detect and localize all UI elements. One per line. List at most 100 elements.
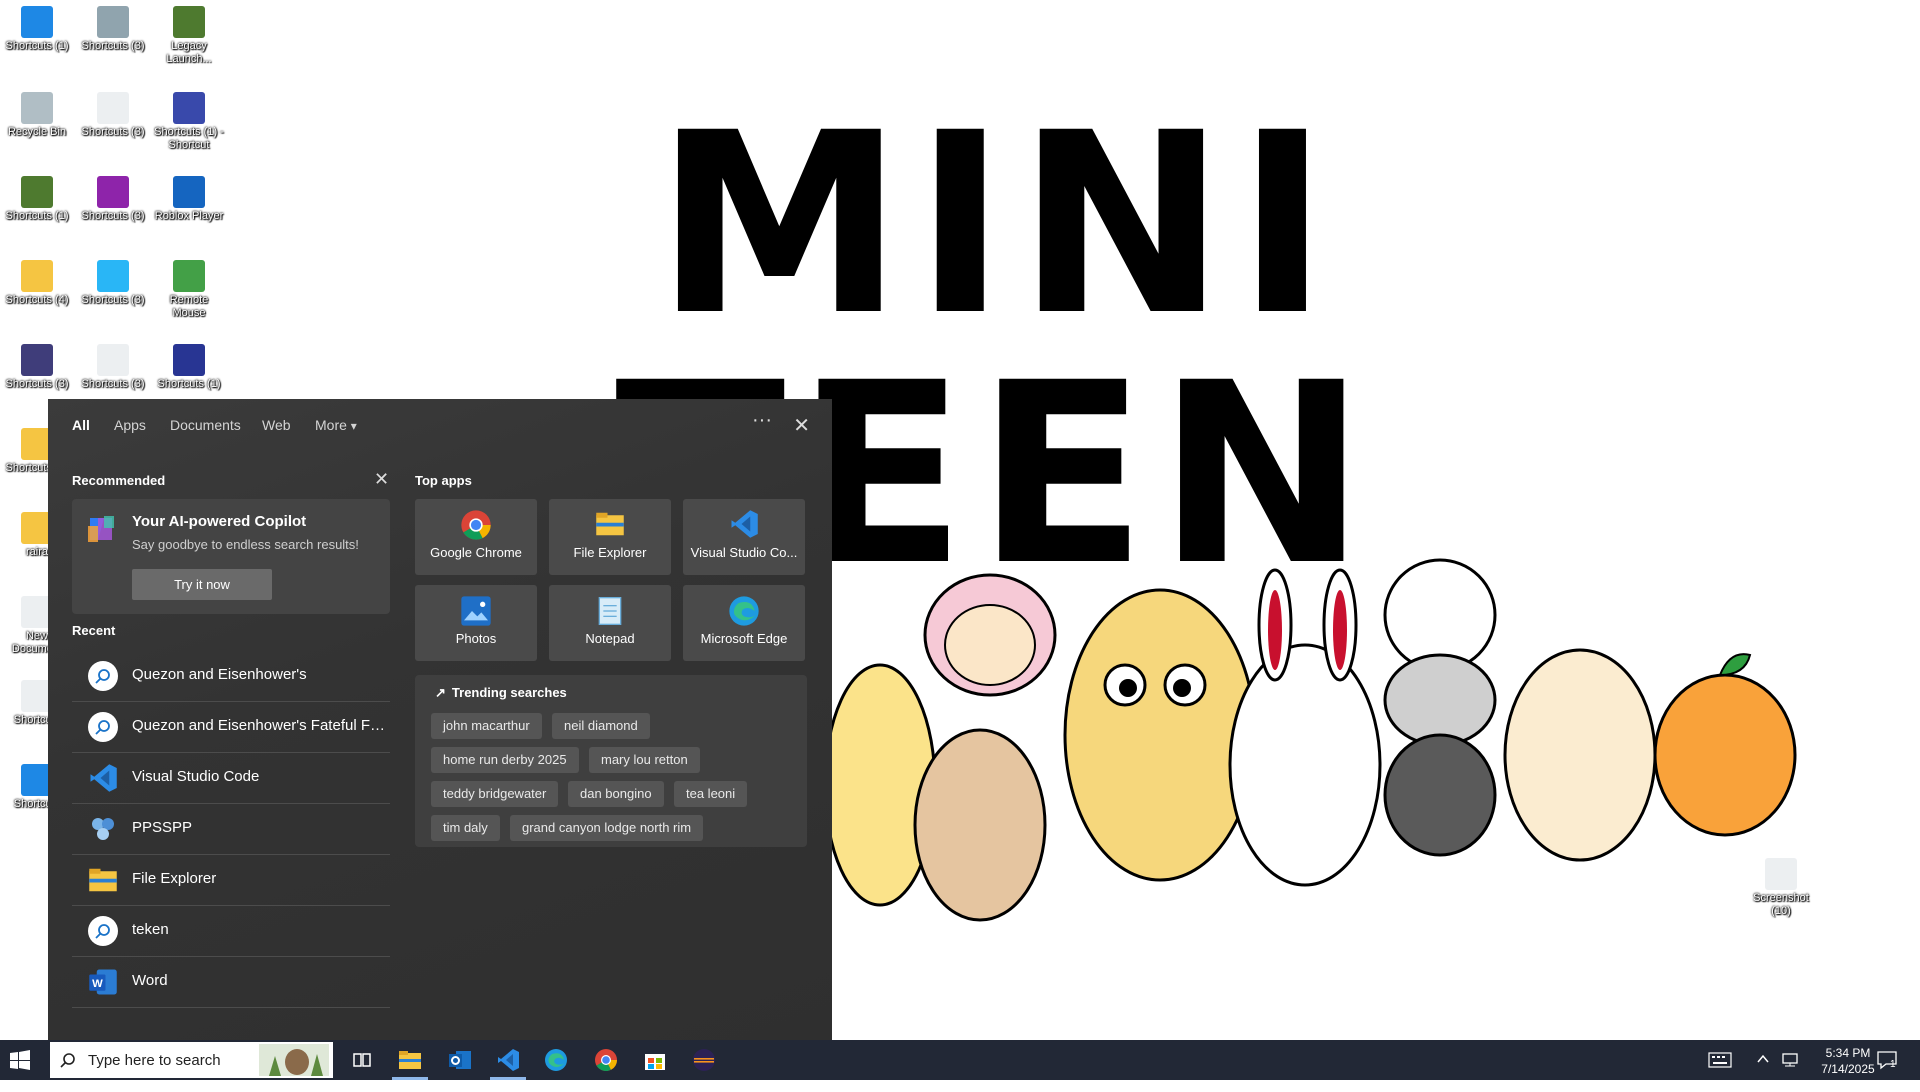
- recent-item-label: File Explorer: [132, 870, 217, 887]
- try-it-now-button[interactable]: Try it now: [132, 569, 272, 600]
- search-tabs: All Apps Documents Web More ▾ ··· ✕: [48, 399, 832, 451]
- desktop-icon-label: Shortcuts (1) - Shortcut: [154, 126, 224, 151]
- search-placeholder: Type here to search: [88, 1052, 221, 1069]
- top-app-tile[interactable]: Visual Studio Co...: [683, 499, 805, 575]
- outlook-icon[interactable]: [448, 1048, 472, 1072]
- desktop-icon[interactable]: Shortcuts (4): [0, 260, 74, 307]
- recent-item[interactable]: File Explorer: [72, 855, 390, 906]
- tab-more-label: More: [315, 417, 347, 433]
- desktop-icon[interactable]: Shortcuts (3): [0, 344, 74, 391]
- shortcut-icon: [21, 92, 53, 124]
- edge-icon[interactable]: [544, 1048, 568, 1072]
- trending-chip[interactable]: mary lou retton: [589, 747, 700, 773]
- recent-item[interactable]: Visual Studio Code: [72, 753, 390, 804]
- taskbar-search-box[interactable]: Type here to search: [50, 1042, 333, 1078]
- recent-item[interactable]: teken: [72, 906, 390, 957]
- chrome-icon[interactable]: [594, 1048, 618, 1072]
- recent-item-label: Word: [132, 972, 168, 989]
- shortcut-icon: [21, 6, 53, 38]
- desktop-icon[interactable]: Legacy Launch...: [152, 6, 226, 66]
- folder-icon: [594, 509, 626, 541]
- tab-all[interactable]: All: [72, 417, 90, 433]
- desktop-icon[interactable]: Recycle Bin: [0, 92, 74, 139]
- dismiss-recommended-icon[interactable]: ✕: [374, 469, 389, 490]
- vscode-icon[interactable]: [496, 1048, 520, 1072]
- shortcut-icon: [97, 176, 129, 208]
- desktop-icon[interactable]: Shortcuts (1) - Shortcut: [152, 92, 226, 152]
- shortcut-icon: [97, 92, 129, 124]
- store-icon[interactable]: [643, 1048, 667, 1072]
- chevron-up-icon[interactable]: [1756, 1052, 1770, 1092]
- trending-heading: ↗ Trending searches: [435, 685, 567, 701]
- shortcut-icon: [97, 344, 129, 376]
- top-app-tile[interactable]: File Explorer: [549, 499, 671, 575]
- recent-item[interactable]: Quezon and Eisenhower's Fateful Frie...: [72, 702, 390, 753]
- copilot-card[interactable]: Your AI-powered Copilot Say goodbye to e…: [72, 499, 390, 614]
- chrome-icon: [460, 509, 492, 541]
- shortcut-icon: [97, 260, 129, 292]
- photos-icon: [460, 595, 492, 627]
- shortcut-icon: [173, 6, 205, 38]
- top-app-tile[interactable]: Notepad: [549, 585, 671, 661]
- desktop-icon[interactable]: Roblox Player: [152, 176, 226, 223]
- top-app-label: File Explorer: [573, 545, 647, 560]
- desktop-icon[interactable]: Shortcuts (3): [76, 92, 150, 139]
- tab-more[interactable]: More ▾: [315, 417, 357, 433]
- top-app-label: Microsoft Edge: [700, 631, 788, 646]
- windows-start-icon[interactable]: [10, 1050, 30, 1070]
- trending-searches-card: ↗ Trending searches john macarthur neil di…: [415, 675, 807, 847]
- trending-chip[interactable]: teddy bridgewater: [431, 781, 559, 807]
- copilot-subtitle: Say goodbye to endless search results!: [132, 537, 359, 552]
- search-highlight-icon: [259, 1044, 329, 1076]
- network-icon[interactable]: [1780, 1052, 1800, 1092]
- trending-chip[interactable]: john macarthur: [431, 713, 542, 739]
- desktop-icon-label: Legacy Launch...: [166, 40, 212, 65]
- recent-item[interactable]: Quezon and Eisenhower's: [72, 651, 390, 702]
- shortcut-icon: [173, 92, 205, 124]
- top-app-tile[interactable]: Microsoft Edge: [683, 585, 805, 661]
- windows-search-panel: All Apps Documents Web More ▾ ··· ✕ Reco…: [48, 399, 832, 1040]
- desktop-icon[interactable]: Shortcuts (1): [152, 344, 226, 391]
- shortcut-icon: [21, 344, 53, 376]
- trending-chip[interactable]: tim daly: [431, 815, 500, 841]
- recent-item[interactable]: PPSSPP: [72, 804, 390, 855]
- word-icon: W: [88, 967, 118, 997]
- desktop-icon[interactable]: Shortcuts (3): [76, 6, 150, 53]
- shortcut-icon: [21, 176, 53, 208]
- trending-chip[interactable]: neil diamond: [552, 713, 650, 739]
- folder-icon: [88, 865, 118, 895]
- tab-apps[interactable]: Apps: [114, 417, 146, 433]
- eclipse-icon[interactable]: [692, 1048, 716, 1072]
- desktop-icon[interactable]: Shortcuts (3): [76, 176, 150, 223]
- tab-web[interactable]: Web: [262, 417, 291, 433]
- more-options-icon[interactable]: ···: [752, 409, 772, 432]
- desktop-icon[interactable]: Shortcuts (3): [76, 260, 150, 307]
- top-app-tile[interactable]: Google Chrome: [415, 499, 537, 575]
- desktop-icon[interactable]: Shortcuts (1): [0, 6, 74, 53]
- desktop-icon[interactable]: Shortcuts (3): [76, 344, 150, 391]
- trending-chip[interactable]: home run derby 2025: [431, 747, 579, 773]
- close-icon[interactable]: ✕: [793, 413, 810, 438]
- tab-documents[interactable]: Documents: [170, 417, 241, 433]
- recent-item-label: Quezon and Eisenhower's: [132, 666, 307, 683]
- trending-chip[interactable]: dan bongino: [568, 781, 664, 807]
- desktop-icon[interactable]: Shortcuts (1): [0, 176, 74, 223]
- desktop-icon[interactable]: Remote Mouse: [152, 260, 226, 320]
- wallpaper-title-mini: MINI: [655, 79, 1340, 370]
- file-explorer-icon[interactable]: [398, 1048, 422, 1072]
- trending-chip[interactable]: grand canyon lodge north rim: [510, 815, 704, 841]
- ppsspp-icon: [88, 814, 118, 844]
- shortcut-icon: [1765, 858, 1797, 890]
- vscode-icon: [728, 509, 760, 541]
- top-app-tile[interactable]: Photos: [415, 585, 537, 661]
- notification-count: 1: [1890, 1059, 1896, 1070]
- desktop-icon[interactable]: Screenshot (10): [1744, 858, 1818, 918]
- edge-icon: [728, 595, 760, 627]
- trending-chip[interactable]: tea leoni: [674, 781, 748, 807]
- recent-item[interactable]: W Word: [72, 957, 390, 1008]
- desktop-icon-label: Shortcuts (1): [157, 378, 221, 390]
- desktop-icon-label: Recycle Bin: [7, 126, 67, 138]
- task-view-icon[interactable]: [350, 1048, 374, 1072]
- keyboard-icon[interactable]: [1708, 1052, 1732, 1092]
- notifications-icon[interactable]: 1: [1876, 1050, 1898, 1090]
